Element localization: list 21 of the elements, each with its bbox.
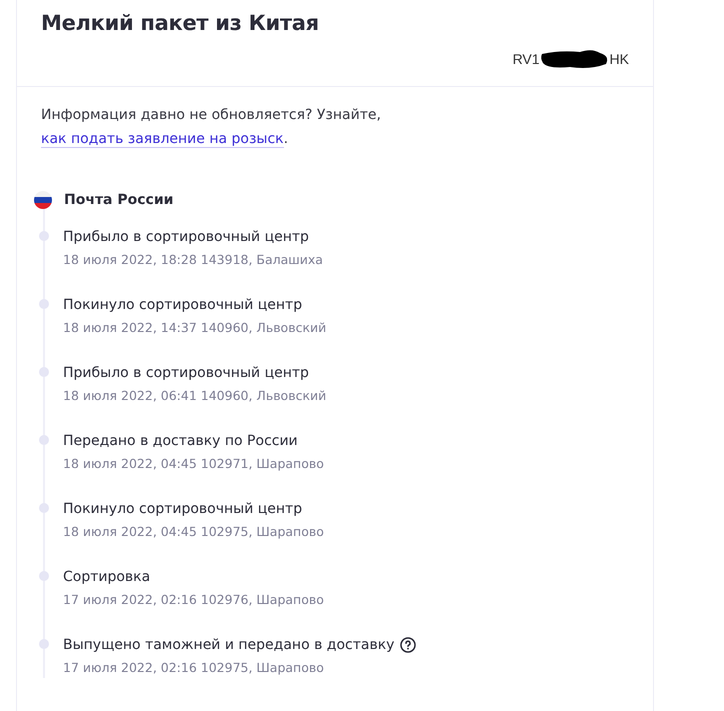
event-details: 18 июля 2022, 06:41 140960, Львовский — [63, 387, 328, 405]
carrier-name: Почта России — [64, 192, 174, 208]
event-status: Выпущено таможней и передано в доставку — [63, 636, 394, 655]
tracking-number: RV1 — [512, 51, 540, 67]
search-request-link[interactable]: как подать заявление на розыск — [41, 131, 284, 148]
event-details: 18 июля 2022, 04:45 102975, Шарапово — [63, 523, 325, 541]
event-details: 18 июля 2022, 18:28 143918, Балашиха — [63, 251, 324, 269]
event-status: Прибыло в сортировочный центр — [63, 228, 309, 247]
event-status: Покинуло сортировочный центр — [63, 500, 302, 519]
tracking-number: HK — [610, 51, 629, 67]
event-status: Передано в доставку по России — [63, 432, 298, 451]
event-status: Покинуло сортировочный центр — [63, 296, 302, 315]
event-details: 18 июля 2022, 14:37 140960, Львовский — [63, 319, 328, 337]
event-status: Сортировка — [63, 568, 150, 587]
event-details: 17 июля 2022, 02:16 102975, Шарапово — [63, 659, 325, 677]
event-details: 17 июля 2022, 02:16 102976, Шарапово — [63, 591, 325, 609]
help-icon[interactable] — [400, 637, 416, 653]
parcel-title: Мелкий пакет из Китая — [41, 10, 320, 37]
notice-text: Информация давно не обновляется? Узнайте, как подать заявление на розыск. — [41, 106, 382, 150]
event-details: 18 июля 2022, 04:45 102971, Шарапово — [63, 455, 325, 473]
event-status: Прибыло в сортировочный центр — [63, 364, 309, 383]
